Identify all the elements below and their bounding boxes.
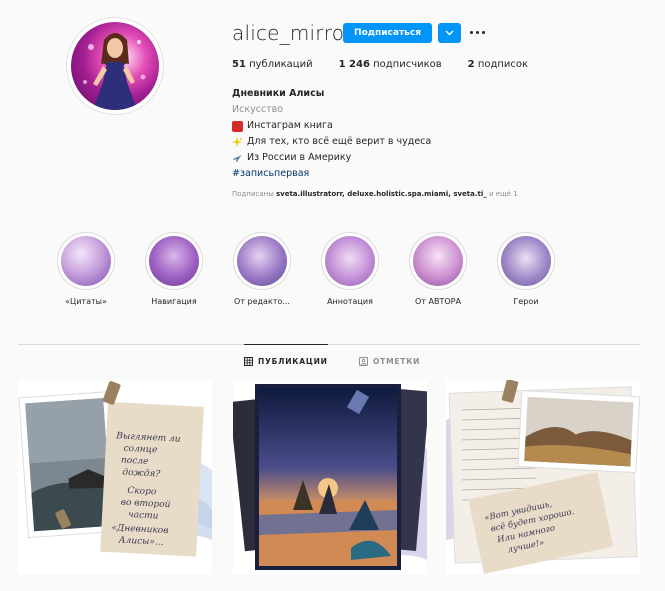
follow-button[interactable]: Подписаться bbox=[343, 23, 432, 43]
bio-hashtag-link[interactable]: #записьпервая bbox=[232, 166, 431, 182]
highlight-ring bbox=[145, 232, 203, 290]
followed-by-prefix: Подписаны bbox=[232, 190, 276, 198]
highlight-cover bbox=[61, 236, 111, 286]
tab-posts[interactable]: ПУБЛИКАЦИИ bbox=[244, 344, 328, 378]
highlight-ring bbox=[497, 232, 555, 290]
followed-by-suffix: и ещё 1 bbox=[486, 190, 518, 198]
post-thumbnail[interactable]: Выглянет ли солнце после дождя? Скоро во… bbox=[18, 380, 212, 574]
highlight-navigation[interactable]: Навигация bbox=[134, 232, 214, 306]
airplane-icon bbox=[233, 154, 242, 162]
highlight-label: Аннотация bbox=[327, 297, 373, 306]
highlight-ring bbox=[57, 232, 115, 290]
sparkles-icon bbox=[232, 136, 242, 147]
followed-by-names: sveta.illustratorr, deluxe.holistic.spa.… bbox=[275, 190, 487, 198]
bio-line-text: Для тех, кто всё ещё верит в чудеса bbox=[247, 136, 432, 147]
highlight-cover bbox=[325, 236, 375, 286]
following-count-label: подписок bbox=[474, 59, 529, 70]
highlight-author[interactable]: От АВТОРА bbox=[398, 232, 478, 306]
tabs-divider bbox=[18, 344, 640, 345]
highlight-ring bbox=[409, 232, 467, 290]
profile-avatar-ring[interactable] bbox=[66, 17, 164, 115]
post-image: «Вот увидишь, всё будет хорошо. Или намн… bbox=[446, 380, 640, 574]
bio-category: Искусство bbox=[232, 104, 284, 115]
story-highlights: «Цитаты» Навигация От редакто... Аннотац… bbox=[46, 232, 606, 312]
highlight-quotes[interactable]: «Цитаты» bbox=[46, 232, 126, 306]
profile-bio: Дневники Алисы Искусство Инстаграм книга… bbox=[232, 86, 431, 182]
highlight-cover bbox=[413, 236, 463, 286]
tab-tagged[interactable]: ОТМЕТКИ bbox=[359, 344, 420, 378]
profile-stats: 51 публикаций 1 246 подписчиков 2 подпис… bbox=[232, 59, 554, 70]
highlight-label: От АВТОРА bbox=[415, 297, 461, 306]
highlight-cover bbox=[237, 236, 287, 286]
followers-count-value: 1 246 bbox=[338, 59, 370, 70]
posts-count: 51 публикаций bbox=[232, 59, 313, 70]
more-dots-icon bbox=[470, 31, 473, 34]
highlight-label: Герои bbox=[513, 297, 539, 306]
followed-by[interactable]: Подписаны sveta.illustratorr, deluxe.hol… bbox=[232, 190, 518, 198]
post-text-1: после bbox=[121, 456, 149, 467]
post-text-1: солнце bbox=[123, 444, 157, 456]
grid-icon bbox=[244, 357, 253, 366]
avatar-illustration bbox=[83, 33, 146, 110]
chevron-down-icon bbox=[445, 30, 454, 36]
post-text-1: части bbox=[128, 510, 159, 522]
highlight-ring bbox=[233, 232, 291, 290]
bio-name: Дневники Алисы bbox=[232, 88, 325, 99]
following-count-value: 2 bbox=[467, 59, 475, 70]
post-text-1: Скоро bbox=[127, 486, 157, 498]
followers-count-label: подписчиков bbox=[369, 59, 442, 70]
more-dots-icon bbox=[482, 31, 485, 34]
tab-posts-label: ПУБЛИКАЦИИ bbox=[258, 357, 328, 366]
posts-count-value: 51 bbox=[232, 59, 246, 70]
posts-count-label: публикаций bbox=[245, 59, 313, 70]
more-options-button[interactable] bbox=[469, 25, 487, 41]
following-link[interactable]: 2 подписок bbox=[468, 59, 528, 70]
post-thumbnail[interactable] bbox=[233, 380, 427, 574]
highlight-heroes[interactable]: Герои bbox=[486, 232, 566, 306]
avatar[interactable] bbox=[71, 22, 159, 110]
highlight-label: От редакто... bbox=[234, 297, 290, 306]
highlight-editor[interactable]: От редакто... bbox=[222, 232, 302, 306]
bio-line-text: Инстаграм книга bbox=[247, 120, 333, 131]
tag-icon bbox=[359, 356, 368, 366]
highlight-label: Навигация bbox=[151, 297, 197, 306]
highlight-label: «Цитаты» bbox=[65, 297, 107, 306]
post-image bbox=[233, 380, 427, 574]
highlight-ring bbox=[321, 232, 379, 290]
more-dots-icon bbox=[476, 31, 479, 34]
book-icon bbox=[232, 120, 243, 132]
post-image: Выглянет ли солнце после дождя? Скоро во… bbox=[18, 380, 212, 574]
highlight-cover bbox=[501, 236, 551, 286]
bio-line: Инстаграм книга bbox=[232, 118, 431, 134]
highlight-annotation[interactable]: Аннотация bbox=[310, 232, 390, 306]
bio-line-text: Из России в Америку bbox=[247, 152, 352, 163]
suggestions-dropdown-button[interactable] bbox=[438, 23, 461, 43]
tab-tagged-label: ОТМЕТКИ bbox=[373, 356, 421, 366]
post-thumbnail[interactable]: «Вот увидишь, всё будет хорошо. Или намн… bbox=[446, 380, 640, 574]
bio-line: Из России в Америку bbox=[232, 150, 431, 166]
highlight-cover bbox=[149, 236, 199, 286]
followers-link[interactable]: 1 246 подписчиков bbox=[339, 59, 442, 70]
post-text-1: дождя? bbox=[122, 468, 160, 480]
bio-line: Для тех, кто всё ещё верит в чудеса bbox=[232, 134, 431, 150]
